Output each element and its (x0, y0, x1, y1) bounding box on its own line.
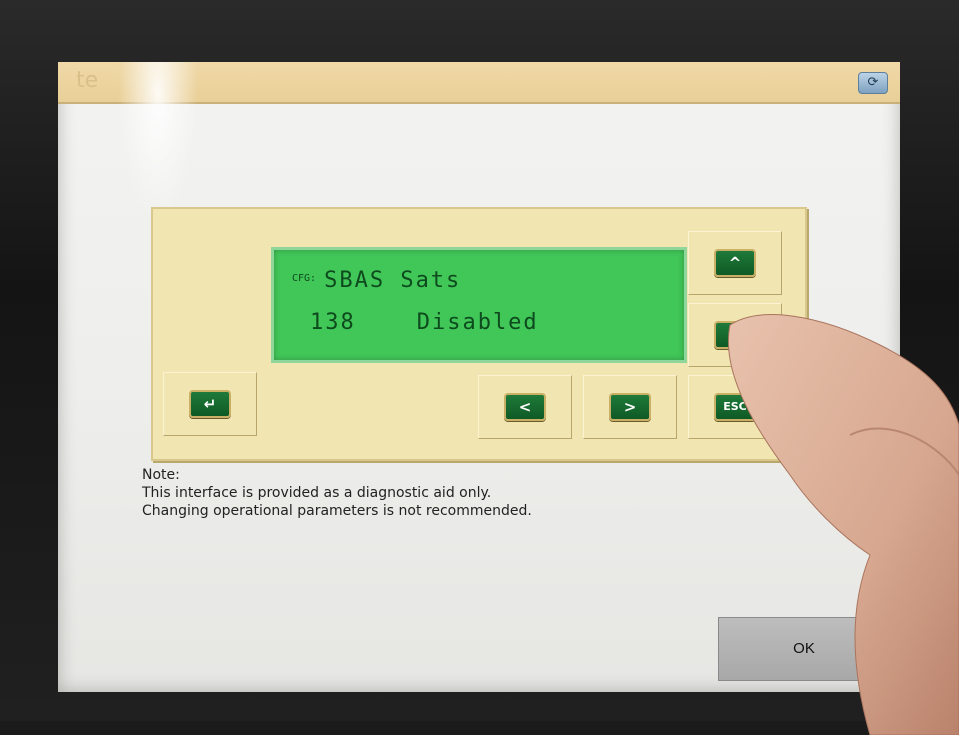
esc-key-cell[interactable]: ESC (688, 375, 782, 439)
up-key-cell[interactable]: ^ (688, 231, 782, 295)
refresh-icon[interactable]: ⟳ (858, 72, 888, 94)
note-heading: Note: (142, 467, 180, 483)
lcd-parameter-name: SBAS Sats (324, 268, 462, 293)
lcd-mode-tag: CFG: (292, 273, 317, 284)
right-key-cell[interactable]: > (583, 375, 677, 439)
enter-key-cell[interactable]: ↵ (163, 372, 257, 436)
note-line-1: This interface is provided as a diagnost… (142, 485, 492, 501)
left-button[interactable]: < (504, 393, 546, 421)
lcd-line-1: CFG: SBAS Sats (292, 268, 461, 293)
touch-screen: te ⟳ CFG: SBAS Sats 138 Disabled ^ ↵ < > … (58, 62, 900, 692)
down-button[interactable] (714, 321, 756, 349)
ok-button[interactable]: OK (718, 617, 890, 681)
window-title: te (76, 68, 99, 93)
down-key-cell[interactable] (688, 303, 782, 367)
up-button[interactable]: ^ (714, 249, 756, 277)
left-key-cell[interactable]: < (478, 375, 572, 439)
esc-button[interactable]: ESC (714, 393, 756, 421)
title-bar: te ⟳ (58, 62, 900, 104)
keypad-panel: CFG: SBAS Sats 138 Disabled ^ ↵ < > ESC (151, 207, 807, 461)
note-text: Note: This interface is provided as a di… (142, 466, 532, 520)
lcd-line-2: 138 Disabled (310, 310, 539, 335)
lcd-display: CFG: SBAS Sats 138 Disabled (271, 247, 687, 363)
note-line-2: Changing operational parameters is not r… (142, 503, 532, 519)
enter-button[interactable]: ↵ (189, 390, 231, 418)
right-button[interactable]: > (609, 393, 651, 421)
